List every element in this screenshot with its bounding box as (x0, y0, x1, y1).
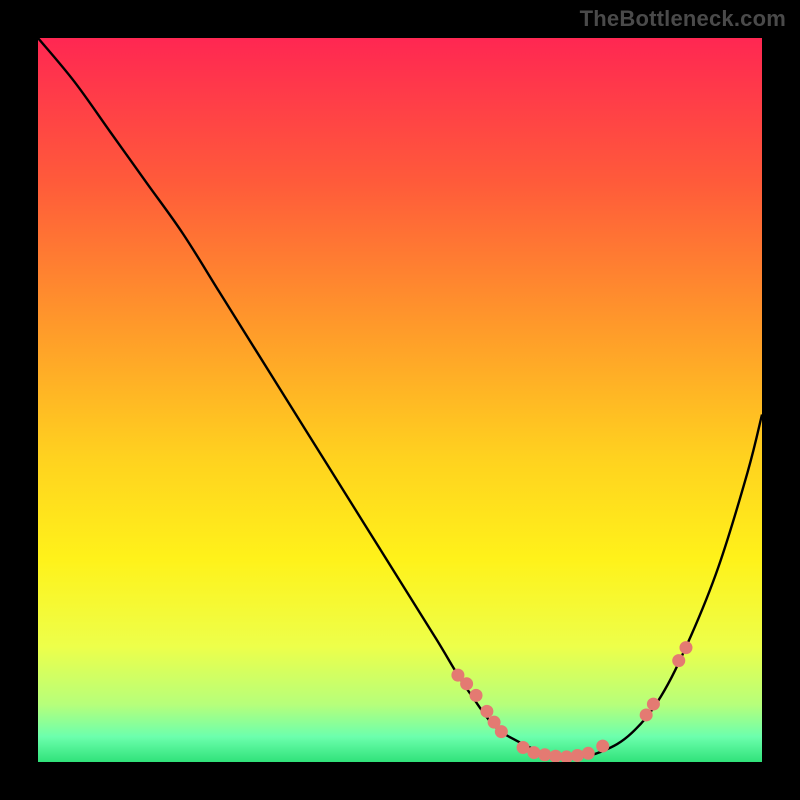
data-marker (527, 746, 540, 759)
data-marker (470, 689, 483, 702)
plot-area (38, 38, 762, 762)
data-marker (672, 654, 685, 667)
data-marker (460, 677, 473, 690)
data-marker (679, 641, 692, 654)
plot-svg (38, 38, 762, 762)
data-marker (647, 698, 660, 711)
chart-frame: TheBottleneck.com (0, 0, 800, 800)
data-marker (495, 725, 508, 738)
data-marker (596, 740, 609, 753)
gradient-background (38, 38, 762, 762)
data-marker (582, 747, 595, 760)
data-marker (480, 705, 493, 718)
data-marker (640, 708, 653, 721)
data-marker (571, 749, 584, 762)
watermark-text: TheBottleneck.com (580, 6, 786, 32)
